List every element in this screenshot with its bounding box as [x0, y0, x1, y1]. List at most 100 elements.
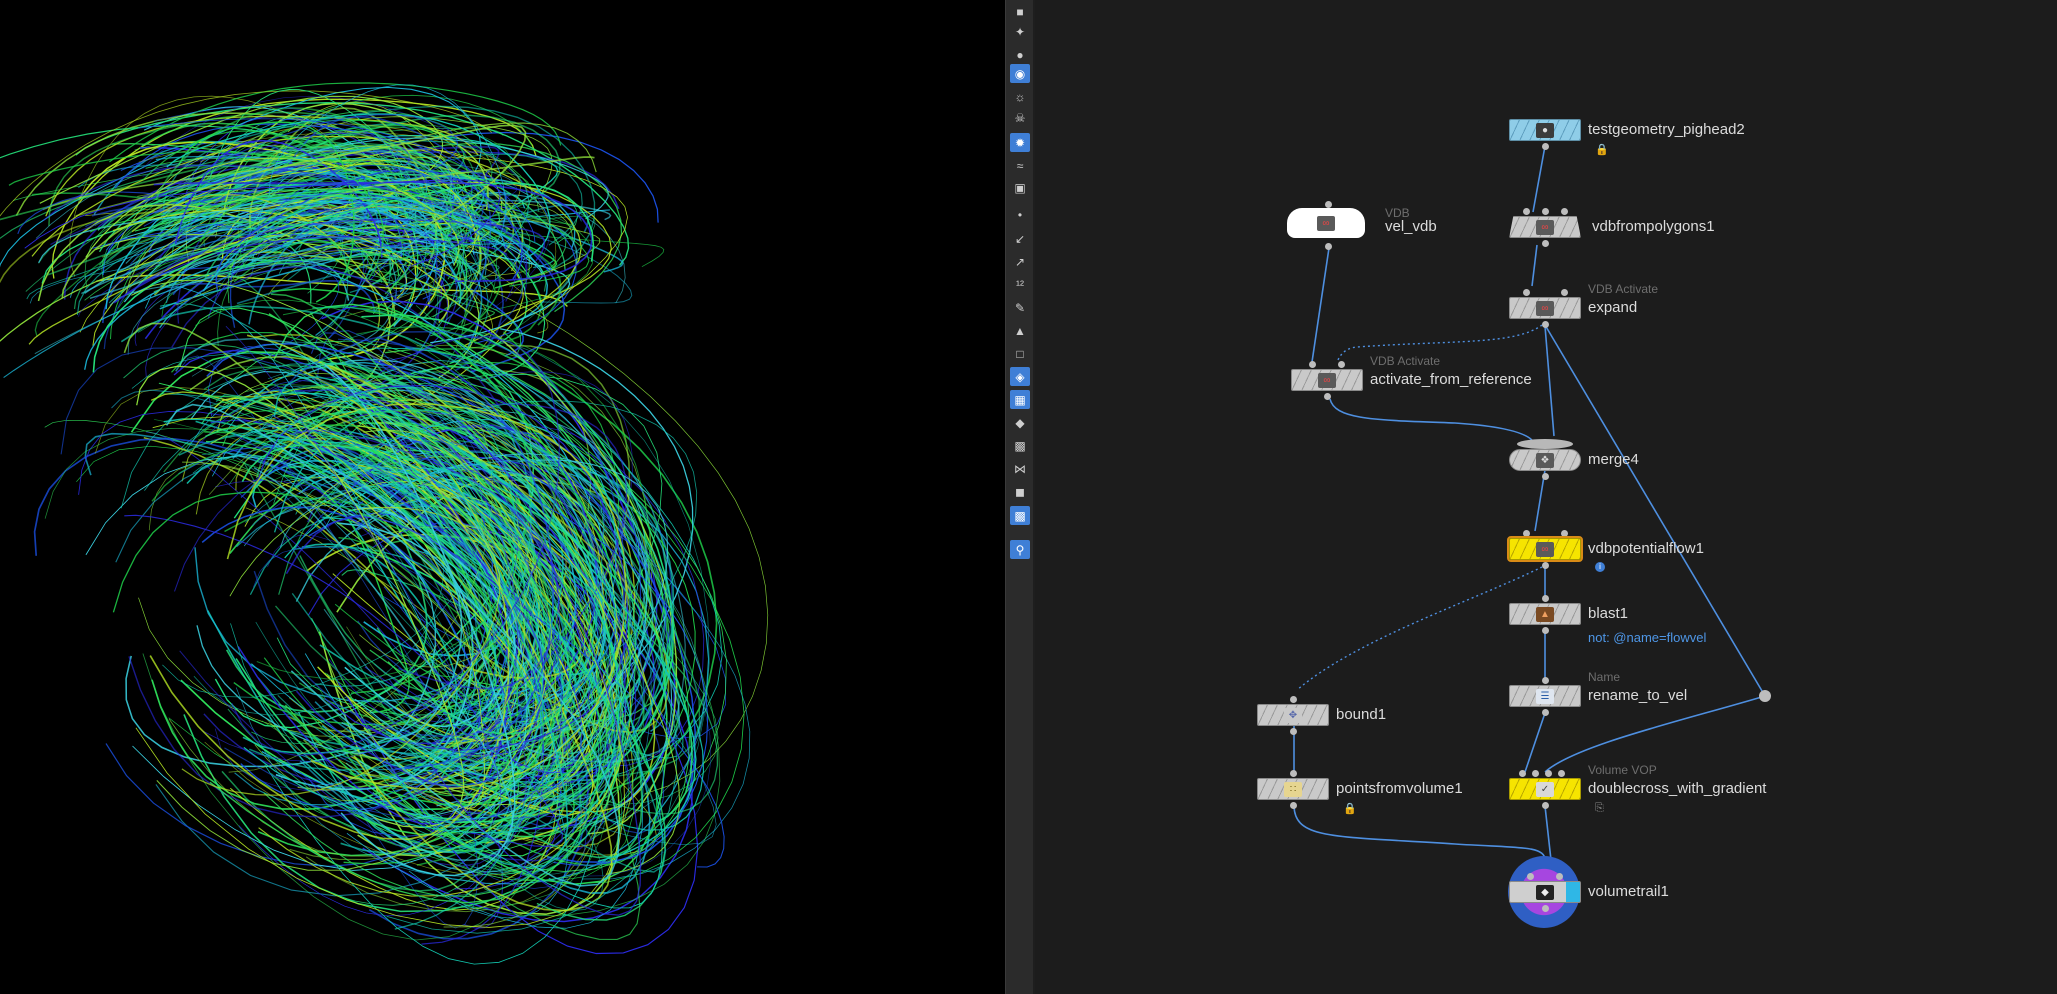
node-body[interactable]: ▲ — [1509, 603, 1581, 625]
node-name: activate_from_reference — [1370, 371, 1532, 388]
node-name: doublecross_with_gradient — [1588, 780, 1767, 797]
node-comment: not: @name=flowvel — [1588, 630, 1707, 645]
node-body[interactable]: ∞ — [1509, 216, 1581, 238]
output-port[interactable] — [1542, 562, 1549, 569]
pighead-icon: ● — [1536, 122, 1554, 138]
input-port[interactable] — [1523, 208, 1530, 215]
output-port[interactable] — [1542, 627, 1549, 634]
input-port[interactable] — [1556, 873, 1563, 880]
output-port[interactable] — [1542, 709, 1549, 716]
node-name: bound1 — [1336, 706, 1387, 723]
camera-icon[interactable]: ✦ — [1010, 22, 1030, 41]
input-port[interactable] — [1527, 873, 1534, 880]
node-name: testgeometry_pighead2 — [1588, 121, 1745, 138]
bulb-icon[interactable]: ☼ — [1010, 87, 1030, 106]
merge-icon: ❖ — [1536, 452, 1554, 468]
node-name: merge4 — [1588, 451, 1639, 468]
vdb-icon: ∞ — [1317, 215, 1335, 231]
output-port[interactable] — [1542, 802, 1549, 809]
input-port[interactable] — [1545, 770, 1552, 777]
node-body[interactable]: ∞ — [1509, 297, 1581, 319]
node-name: expand — [1588, 299, 1638, 316]
picture-icon[interactable]: ▩ — [1010, 506, 1030, 525]
trail-icon: ◆ — [1536, 884, 1554, 900]
node-body[interactable]: ∞ — [1507, 536, 1583, 562]
vdb-icon: ∞ — [1536, 541, 1554, 557]
output-port[interactable] — [1325, 243, 1332, 250]
viewport-3d[interactable] — [0, 0, 1005, 994]
numbers-icon[interactable]: ¹² — [1010, 275, 1030, 294]
normal-icon[interactable]: ↙ — [1010, 229, 1030, 248]
input-port[interactable] — [1523, 530, 1530, 537]
pin-icon[interactable]: ⚲ — [1010, 540, 1030, 559]
export-icon: ⎘ — [1595, 802, 1604, 814]
output-port[interactable] — [1542, 321, 1549, 328]
point-icon[interactable]: • — [1010, 205, 1030, 224]
node-body[interactable]: ● — [1509, 119, 1581, 141]
output-port[interactable] — [1290, 802, 1297, 809]
input-port[interactable] — [1561, 289, 1568, 296]
input-port[interactable] — [1542, 208, 1549, 215]
skull-icon[interactable]: ☠ — [1010, 108, 1030, 127]
input-port[interactable] — [1290, 696, 1297, 703]
input-port[interactable] — [1532, 770, 1539, 777]
node-body[interactable]: ∷ — [1257, 778, 1329, 800]
node-body[interactable]: ❖ — [1509, 449, 1581, 471]
input-port[interactable] — [1290, 770, 1297, 777]
vector-icon[interactable]: ↗ — [1010, 252, 1030, 271]
node-body[interactable]: ✥ — [1257, 704, 1329, 726]
node-name: pointsfromvolume1 — [1336, 780, 1463, 797]
merge-input-bar[interactable] — [1517, 439, 1573, 449]
persp-icon[interactable]: ◆ — [1010, 413, 1030, 432]
output-port[interactable] — [1290, 728, 1297, 735]
output-port[interactable] — [1324, 393, 1331, 400]
output-port[interactable] — [1542, 473, 1549, 480]
wire-dot[interactable] — [1759, 690, 1771, 702]
node-body[interactable]: ☰ — [1509, 685, 1581, 707]
axes-icon[interactable]: ⋈ — [1010, 459, 1030, 478]
viewport-toolbar: ■ ✦ ● ◉ ☼ ☠ ✹ ≈ ▣ • ↙ ↗ ¹² ✎ ▲ □ ◈ ▦ ◆ ▩… — [1005, 0, 1034, 994]
light-icon[interactable]: ◉ — [1010, 64, 1030, 83]
node-type: VDB Activate — [1370, 354, 1441, 368]
cloud-node-body[interactable]: ∞ — [1287, 208, 1365, 238]
shading-icon[interactable]: ✹ — [1010, 133, 1030, 152]
input-port[interactable] — [1325, 201, 1332, 208]
sphere-icon[interactable]: ● — [1010, 45, 1030, 64]
output-port[interactable] — [1542, 143, 1549, 150]
prim-icon[interactable]: ▲ — [1010, 321, 1030, 340]
snap-icon[interactable]: ◈ — [1010, 367, 1030, 386]
input-port[interactable] — [1542, 677, 1549, 684]
vdb-icon: ∞ — [1536, 219, 1554, 235]
ghost-icon[interactable]: ≈ — [1010, 156, 1030, 175]
node-body[interactable]: ∞ — [1291, 369, 1363, 391]
node-body[interactable]: ◆ — [1509, 881, 1581, 903]
input-port[interactable] — [1561, 530, 1568, 537]
node-type: VDB Activate — [1588, 282, 1659, 296]
vdb-icon: ∞ — [1536, 300, 1554, 316]
info-icon[interactable]: i — [1595, 562, 1605, 572]
output-port[interactable] — [1542, 240, 1549, 247]
blast-icon: ▲ — [1536, 606, 1554, 622]
node-name: volumetrail1 — [1588, 883, 1669, 900]
background-icon[interactable]: ▩ — [1010, 436, 1030, 455]
input-port[interactable] — [1561, 208, 1568, 215]
input-port[interactable] — [1558, 770, 1565, 777]
node-body[interactable]: ✓ — [1509, 778, 1581, 800]
input-port[interactable] — [1309, 361, 1316, 368]
bound-icon: ✥ — [1284, 707, 1302, 723]
brush-icon[interactable]: ✎ — [1010, 298, 1030, 317]
vdb-icon: ∞ — [1318, 372, 1336, 388]
output-port[interactable] — [1542, 905, 1549, 912]
grid-icon[interactable]: ▦ — [1010, 390, 1030, 409]
display-icon[interactable]: ▣ — [1010, 178, 1030, 197]
bbox-icon[interactable]: □ — [1010, 344, 1030, 363]
input-port[interactable] — [1338, 361, 1345, 368]
input-port[interactable] — [1519, 770, 1526, 777]
node-name: vel_vdb — [1385, 218, 1437, 235]
input-port[interactable] — [1523, 289, 1530, 296]
stop-icon[interactable]: ◼ — [1010, 482, 1030, 501]
lock-icon[interactable]: ■ — [1010, 2, 1030, 21]
name-icon: ☰ — [1536, 688, 1554, 704]
network-editor[interactable]: ● testgeometry_pighead2 🔒 ∞ VDB vel_vdb … — [1035, 0, 2057, 994]
input-port[interactable] — [1542, 595, 1549, 602]
